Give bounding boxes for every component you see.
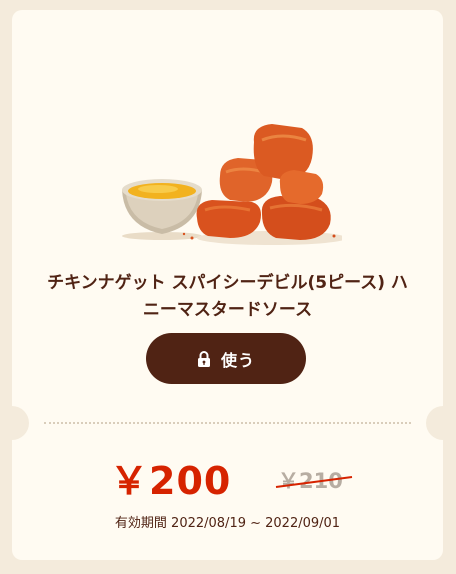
price-row: ￥200 ￥210: [12, 450, 443, 503]
coupon-card: チキンナゲット スパイシーデビル(5ピース) ハ ニーマスタードソース 使う ￥…: [0, 10, 456, 560]
discount-price: ￥200: [110, 459, 232, 503]
ticket-divider: [44, 422, 411, 424]
validity-period: 有効期間 2022/08/19 ~ 2022/09/01: [114, 516, 341, 531]
lock-icon: [197, 350, 210, 367]
use-button-label: 使う: [220, 350, 255, 370]
product-title-line1: チキンナゲット スパイシーデビル(5ピース) ハ: [47, 273, 408, 293]
product-title: チキンナゲット スパイシーデビル(5ピース) ハ ニーマスタードソース: [22, 270, 433, 324]
product-image: [122, 124, 342, 245]
ticket-notch-right: [426, 406, 456, 440]
strikethrough-line: [275, 476, 353, 488]
ticket-notch-left: [0, 406, 29, 440]
use-coupon-button[interactable]: 使う: [146, 333, 306, 384]
product-title-line2: ニーマスタードソース: [142, 300, 313, 320]
